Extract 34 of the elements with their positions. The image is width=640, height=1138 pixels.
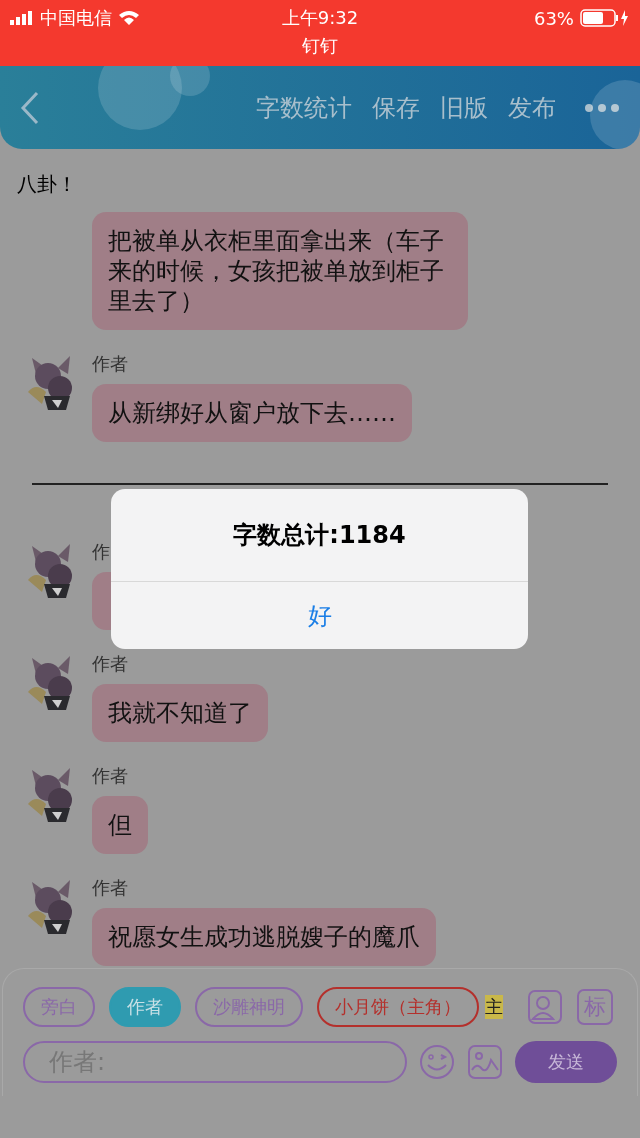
sender-name: 作者: [92, 352, 128, 376]
wifi-icon: [118, 10, 140, 26]
message-bubble: 祝愿女生成功逃脱嫂子的魔爪: [92, 908, 436, 966]
battery-percent: 63%: [533, 7, 574, 29]
signal-icon: [10, 11, 34, 25]
role-chip[interactable]: 作者: [109, 987, 181, 1027]
header-action[interactable]: 保存: [372, 91, 420, 124]
message-bubble: 从新绑好从窗户放下去……: [92, 384, 412, 442]
sender-name: 作: [92, 540, 110, 564]
ok-button[interactable]: 好: [111, 582, 528, 649]
image-icon[interactable]: [467, 1044, 503, 1080]
role-chip[interactable]: 小月饼（主角）: [317, 987, 479, 1027]
clock: 上午9:32: [281, 6, 359, 30]
back-icon[interactable]: [20, 90, 40, 125]
message-bubble: 我就不知道了: [92, 684, 268, 742]
header-action[interactable]: 字数统计: [256, 91, 352, 124]
message-bubble: 把被单从衣柜里面拿出来（车子来的时候，女孩把被单放到柜子里去了）: [92, 212, 468, 330]
decor-circle: [590, 80, 640, 149]
message-bubble: 但: [92, 796, 148, 854]
smiley-icon[interactable]: [419, 1044, 455, 1080]
sender-name: 作者: [92, 764, 128, 788]
document-title: 八卦！: [16, 171, 78, 198]
header-action[interactable]: 旧版: [440, 91, 488, 124]
alert-message: 字数总计:1184: [111, 489, 528, 582]
person-card-icon[interactable]: [527, 989, 563, 1025]
role-fragment: 主: [485, 995, 503, 1019]
more-icon[interactable]: [584, 102, 620, 113]
sender-name: 作者: [92, 652, 128, 676]
carrier-name: 中国电信: [40, 6, 112, 30]
header-action[interactable]: 发布: [508, 91, 556, 124]
sender-name: 作者: [92, 876, 128, 900]
app-name: 钉钉: [302, 34, 338, 58]
send-button[interactable]: 发送: [515, 1041, 617, 1083]
battery-icon: [580, 9, 630, 27]
